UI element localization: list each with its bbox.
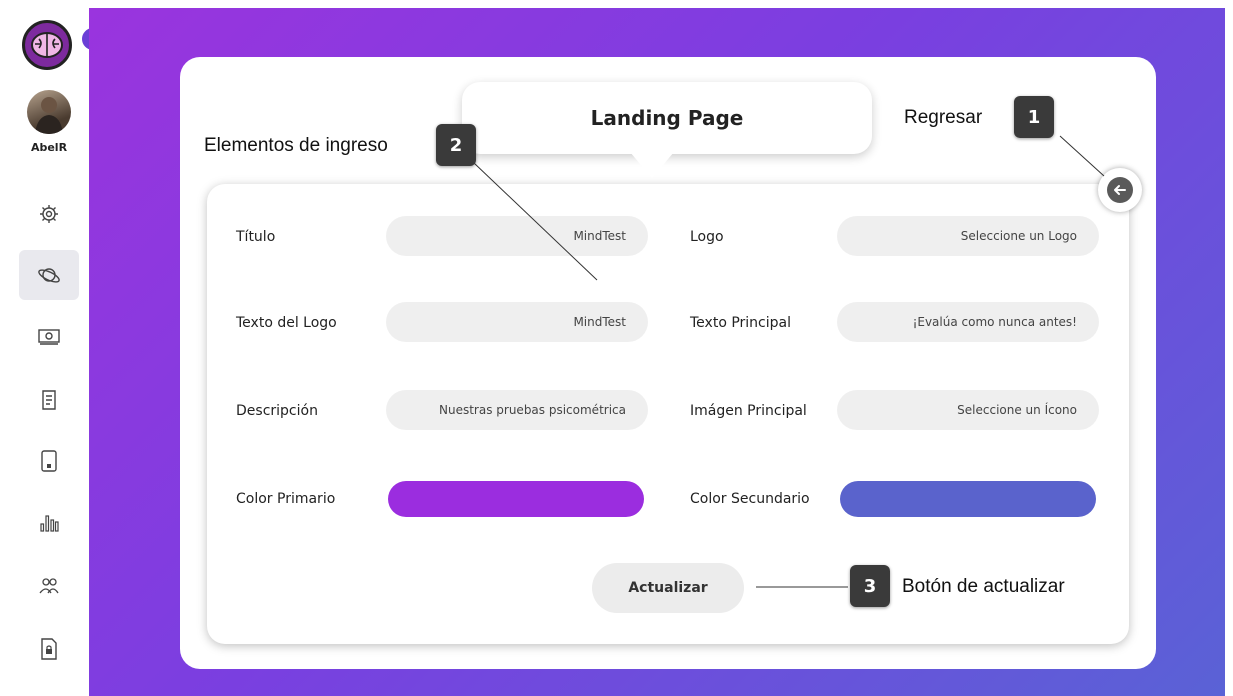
descripcion-input[interactable]: Nuestras pruebas psicométrica	[386, 390, 648, 430]
sidebar-item-users[interactable]	[19, 561, 79, 611]
page-title: Landing Page	[462, 82, 872, 154]
texto-logo-label: Texto del Logo	[236, 315, 337, 331]
imagen-principal-label: Imágen Principal	[690, 403, 807, 419]
title-bubble-tail	[630, 152, 674, 178]
sidebar: AbelR	[0, 0, 106, 696]
sidebar-item-stats[interactable]	[19, 496, 79, 546]
bar-chart-icon	[40, 515, 59, 532]
titulo-input[interactable]: MindTest	[386, 216, 648, 256]
logo-select[interactable]: Seleccione un Logo	[837, 216, 1099, 256]
sidebar-item-tablet[interactable]	[19, 436, 79, 486]
color-primario-label: Color Primario	[236, 491, 336, 507]
sidebar-item-settings[interactable]	[19, 189, 79, 239]
callout-2-text: Elementos de ingreso	[204, 135, 388, 156]
back-button[interactable]	[1098, 168, 1142, 212]
money-icon	[38, 329, 60, 345]
texto-logo-input[interactable]: MindTest	[386, 302, 648, 342]
texto-principal-input[interactable]: ¡Evalúa como nunca antes!	[837, 302, 1099, 342]
update-button[interactable]: Actualizar	[592, 563, 744, 613]
sidebar-item-file-lock[interactable]	[19, 624, 79, 674]
logo-label: Logo	[690, 229, 724, 245]
brain-logo[interactable]	[22, 20, 72, 70]
imagen-principal-select[interactable]: Seleccione un Ícono	[837, 390, 1099, 430]
callout-1-text: Regresar	[904, 107, 983, 128]
file-lock-icon	[41, 638, 57, 660]
sidebar-item-document[interactable]	[19, 375, 79, 425]
planet-icon	[38, 268, 60, 283]
callout-3-number: 3	[850, 565, 890, 607]
color-primario-picker[interactable]	[388, 481, 644, 517]
gear-icon	[40, 205, 58, 223]
document-icon	[42, 390, 56, 410]
username: AbelR	[30, 141, 68, 154]
avatar[interactable]	[27, 90, 71, 134]
texto-principal-label: Texto Principal	[690, 315, 791, 331]
tablet-icon	[41, 450, 57, 472]
titulo-label: Título	[236, 229, 276, 245]
brain-icon	[22, 20, 72, 70]
color-secundario-picker[interactable]	[840, 481, 1096, 517]
callout-1-number: 1	[1014, 96, 1054, 138]
sidebar-item-planet[interactable]	[19, 250, 79, 300]
sidebar-item-money[interactable]	[19, 311, 79, 361]
callout-2-number: 2	[436, 124, 476, 166]
color-secundario-label: Color Secundario	[690, 491, 810, 507]
arrow-left-icon	[1107, 177, 1133, 203]
users-icon	[39, 578, 59, 594]
descripcion-label: Descripción	[236, 403, 318, 419]
callout-3-text: Botón de actualizar	[902, 576, 1065, 597]
